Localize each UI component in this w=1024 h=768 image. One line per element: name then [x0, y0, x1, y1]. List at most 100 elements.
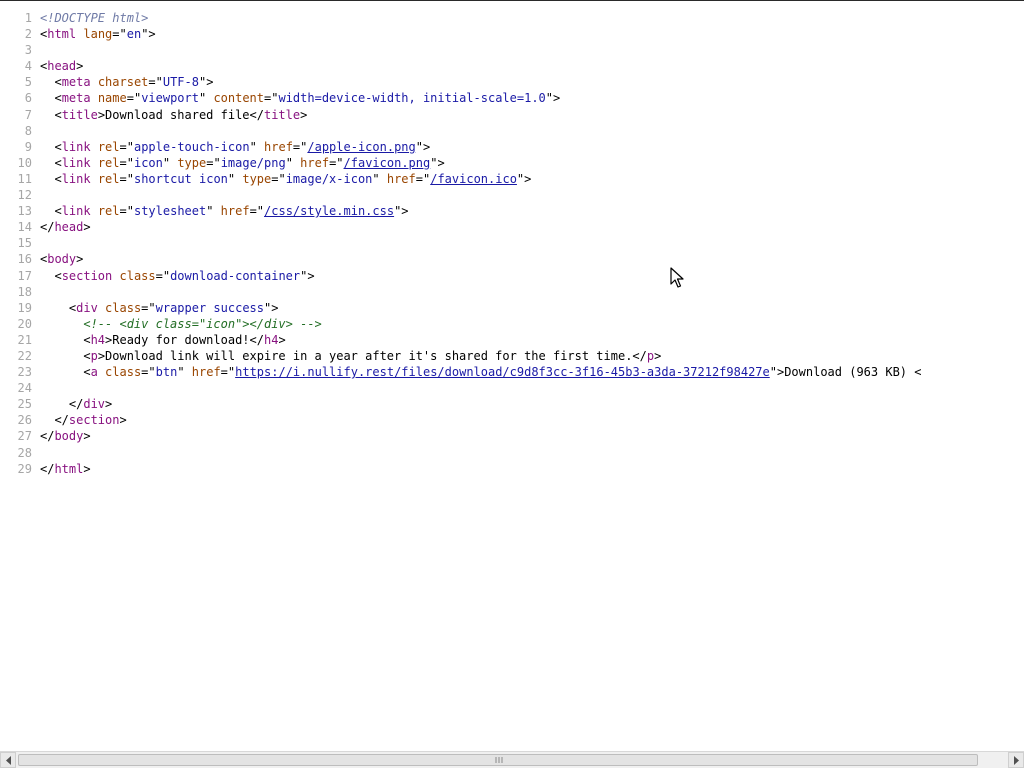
code-text: " — [162, 155, 178, 170]
attribute-name: type — [177, 155, 207, 170]
tag-name: html — [54, 461, 84, 476]
code-text: =" — [119, 139, 134, 154]
source-line: 19 <div class="wrapper success"> — [0, 300, 1024, 316]
scrollbar-track[interactable] — [16, 752, 1008, 768]
tag-name: body — [47, 252, 77, 267]
code-text: > — [83, 461, 91, 476]
code-text: =" — [141, 300, 156, 315]
line-code: <a class="btn" href="https://i.nullify.r… — [40, 364, 921, 380]
attribute-name: lang — [83, 27, 113, 42]
line-code: <meta name="viewport" content="width=dev… — [40, 90, 560, 106]
source-line: 6 <meta name="viewport" content="width=d… — [0, 90, 1024, 106]
line-code: <p>Download link will expire in a year a… — [40, 348, 661, 364]
line-number: 12 — [17, 188, 32, 203]
code-text: =" — [141, 365, 156, 380]
code-text: =" — [119, 204, 134, 219]
attribute-value: wrapper success — [155, 300, 264, 315]
line-code: <meta charset="UTF-8"> — [40, 74, 213, 90]
view-source-window: 1 <!DOCTYPE html> 2 <html lang="en"> 3 4 <head… — [0, 0, 1024, 768]
code-text: </ — [40, 461, 55, 476]
code-text: >Download shared file</ — [97, 107, 264, 122]
line-code: <head> — [40, 58, 83, 74]
horizontal-scrollbar[interactable] — [0, 751, 1024, 768]
attribute-value: icon — [133, 155, 163, 170]
line-code: <body> — [40, 251, 83, 267]
code-text: "> — [415, 139, 431, 154]
scroll-right-button[interactable] — [1008, 752, 1024, 768]
source-line: 23 <a class="btn" href="https://i.nullif… — [0, 364, 1024, 380]
line-number: 29 — [17, 461, 32, 476]
attribute-name: class — [105, 365, 142, 380]
line-number: 26 — [17, 413, 32, 428]
tag-name: link — [61, 155, 91, 170]
attribute-value: apple-touch-icon — [133, 139, 250, 154]
source-line: 3 — [0, 42, 1024, 58]
code-text: "> — [430, 155, 445, 170]
source-link[interactable]: /favicon.png — [344, 156, 431, 170]
scroll-left-button[interactable] — [0, 752, 16, 768]
code-text: </ — [40, 429, 55, 444]
code-text: > — [76, 252, 84, 267]
line-number: 13 — [17, 204, 32, 219]
line-code: <div class="wrapper success"> — [40, 300, 279, 316]
source-line: 7 <title>Download shared file</title> — [0, 107, 1024, 123]
code-text: " — [249, 139, 265, 154]
attribute-name: rel — [97, 139, 120, 154]
attribute-name: type — [242, 171, 272, 186]
line-code: </body> — [40, 428, 91, 444]
tag-name: meta — [61, 91, 91, 106]
code-text: < — [40, 204, 62, 219]
code-text: =" — [126, 91, 142, 106]
tag-name: html — [47, 27, 77, 42]
scroll-left-arrow-icon — [6, 756, 11, 765]
tag-name: link — [61, 139, 91, 154]
code-text: "> — [300, 268, 315, 283]
code-text: < — [40, 91, 62, 106]
code-text: "> — [198, 75, 214, 90]
line-number: 2 — [24, 27, 32, 42]
source-line: 17 <section class="download-container"> — [0, 268, 1024, 284]
code-text: < — [40, 107, 62, 122]
line-number: 8 — [24, 123, 32, 138]
code-text: "> — [545, 91, 561, 106]
tag-name: link — [61, 171, 91, 186]
code-text: > — [83, 429, 91, 444]
code-text: " — [206, 204, 221, 219]
attribute-value: download-container — [170, 268, 301, 283]
attribute-name: rel — [97, 171, 120, 186]
source-line: 21 <h4>Ready for download!</h4> — [0, 332, 1024, 348]
line-number: 24 — [17, 381, 32, 396]
source-line: 16 <body> — [0, 251, 1024, 267]
attribute-name: class — [105, 300, 142, 315]
code-text: "> — [264, 300, 279, 315]
attribute-name: name — [97, 91, 127, 106]
line-number: 21 — [17, 332, 32, 347]
source-link[interactable]: /css/style.min.css — [264, 204, 394, 218]
tag-name: div — [76, 300, 98, 315]
attribute-name: charset — [97, 75, 149, 90]
code-text: </ — [40, 413, 69, 428]
mouse-pointer-icon — [670, 267, 684, 288]
attribute-value: image/x-icon — [285, 171, 373, 186]
source-link[interactable]: /apple-icon.png — [307, 140, 415, 154]
code-text: < — [40, 332, 91, 347]
code-text: "> — [141, 27, 156, 42]
code-text: " — [285, 155, 301, 170]
code-text: < — [40, 139, 62, 154]
attribute-name: class — [119, 268, 156, 283]
source-line: 29 </html> — [0, 461, 1024, 477]
attribute-value: en — [126, 27, 142, 42]
line-number: 9 — [24, 139, 32, 154]
scrollbar-thumb[interactable] — [18, 754, 978, 766]
source-link[interactable]: /favicon.ico — [430, 172, 517, 186]
code-text: " — [372, 171, 387, 186]
source-link[interactable]: https://i.nullify.rest/files/download/c9… — [235, 365, 770, 379]
line-number: 5 — [24, 75, 32, 90]
tag-name: section — [68, 413, 120, 428]
code-text: "> — [394, 204, 409, 219]
line-code: </html> — [40, 461, 91, 477]
